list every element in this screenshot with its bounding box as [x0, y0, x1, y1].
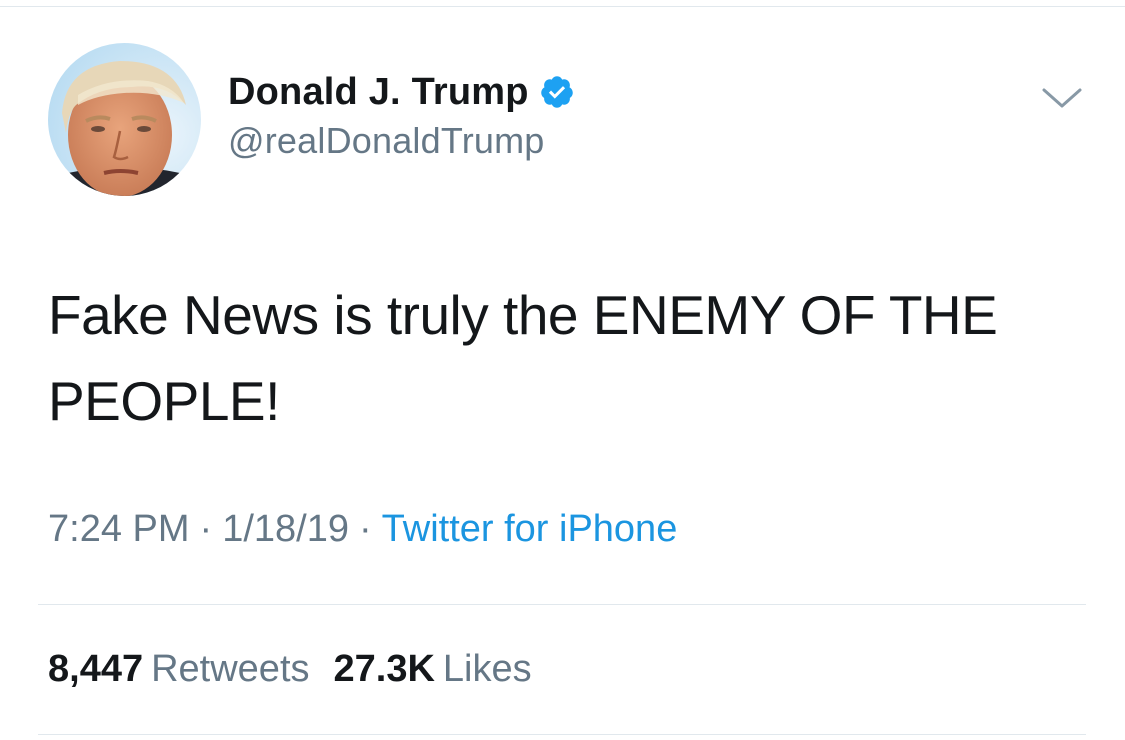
tweet-text-line: Fake News is truly the ENEMY OF THE — [48, 284, 998, 346]
stats-top-divider — [38, 604, 1086, 605]
meta-separator: · — [358, 508, 372, 550]
tweet-stats: 8,447 Retweets 27.3K Likes — [48, 648, 532, 691]
retweets-stat[interactable]: 8,447 Retweets — [48, 648, 310, 691]
author-name-row: Donald J. Trump — [228, 68, 575, 116]
author-handle[interactable]: @realDonaldTrump — [228, 120, 575, 162]
likes-stat[interactable]: 27.3K Likes — [334, 648, 532, 691]
retweets-label: Retweets — [151, 648, 310, 690]
stats-bottom-divider — [38, 734, 1086, 735]
retweets-count: 8,447 — [48, 648, 144, 690]
tweet-text-line: PEOPLE! — [48, 370, 280, 432]
tweet-date: 1/18/19 — [222, 508, 349, 550]
tweet-time: 7:24 PM — [48, 508, 190, 550]
author-display-name[interactable]: Donald J. Trump — [228, 71, 529, 114]
verified-badge-icon — [539, 74, 575, 110]
meta-separator: · — [199, 508, 213, 550]
chevron-down-icon[interactable] — [1040, 82, 1084, 112]
likes-count: 27.3K — [333, 648, 435, 690]
tweet-text: Fake News is truly the ENEMY OF THE PEOP… — [48, 272, 1098, 444]
author-block[interactable]: Donald J. Trump @realDonaldTrump — [228, 68, 575, 162]
avatar-photo — [48, 43, 201, 196]
likes-label: Likes — [442, 648, 532, 690]
top-divider — [0, 6, 1125, 7]
tweet-source-link[interactable]: Twitter for iPhone — [382, 508, 678, 550]
tweet-metadata: 7:24 PM · 1/18/19 · Twitter for iPhone — [48, 508, 677, 551]
author-avatar[interactable] — [48, 43, 201, 196]
